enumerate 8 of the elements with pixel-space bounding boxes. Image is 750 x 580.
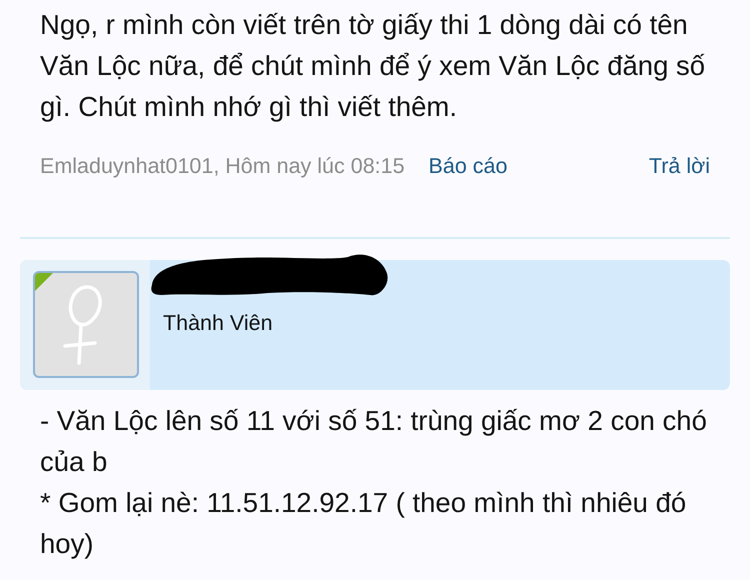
female-symbol-icon <box>63 286 102 365</box>
post-text: * Gom lại nè: 11.51.12.92.17 ( theo mình thì nhiêu đó hoy) <box>40 486 688 562</box>
post-text: - Văn Lộc lên số 11 với số 51: trùng giấc mơ 2 con chó của b <box>40 404 708 480</box>
reply-link[interactable]: Trả lời <box>648 150 710 182</box>
post-meta: Emladuynhat0101, Hôm nay lúc 08:15 <box>40 153 405 180</box>
user-role: Thành Viên <box>162 310 273 338</box>
report-link[interactable]: Báo cáo <box>428 150 508 182</box>
post-text: Ngọ, r mình còn viết trên tờ giấy thi 1 dòng dài có tên Văn Lộc nữa, để chút mình để ý xem Văn Lộc đăng số gì. Chút mình nhớ gì thì viết thêm. <box>40 8 706 124</box>
